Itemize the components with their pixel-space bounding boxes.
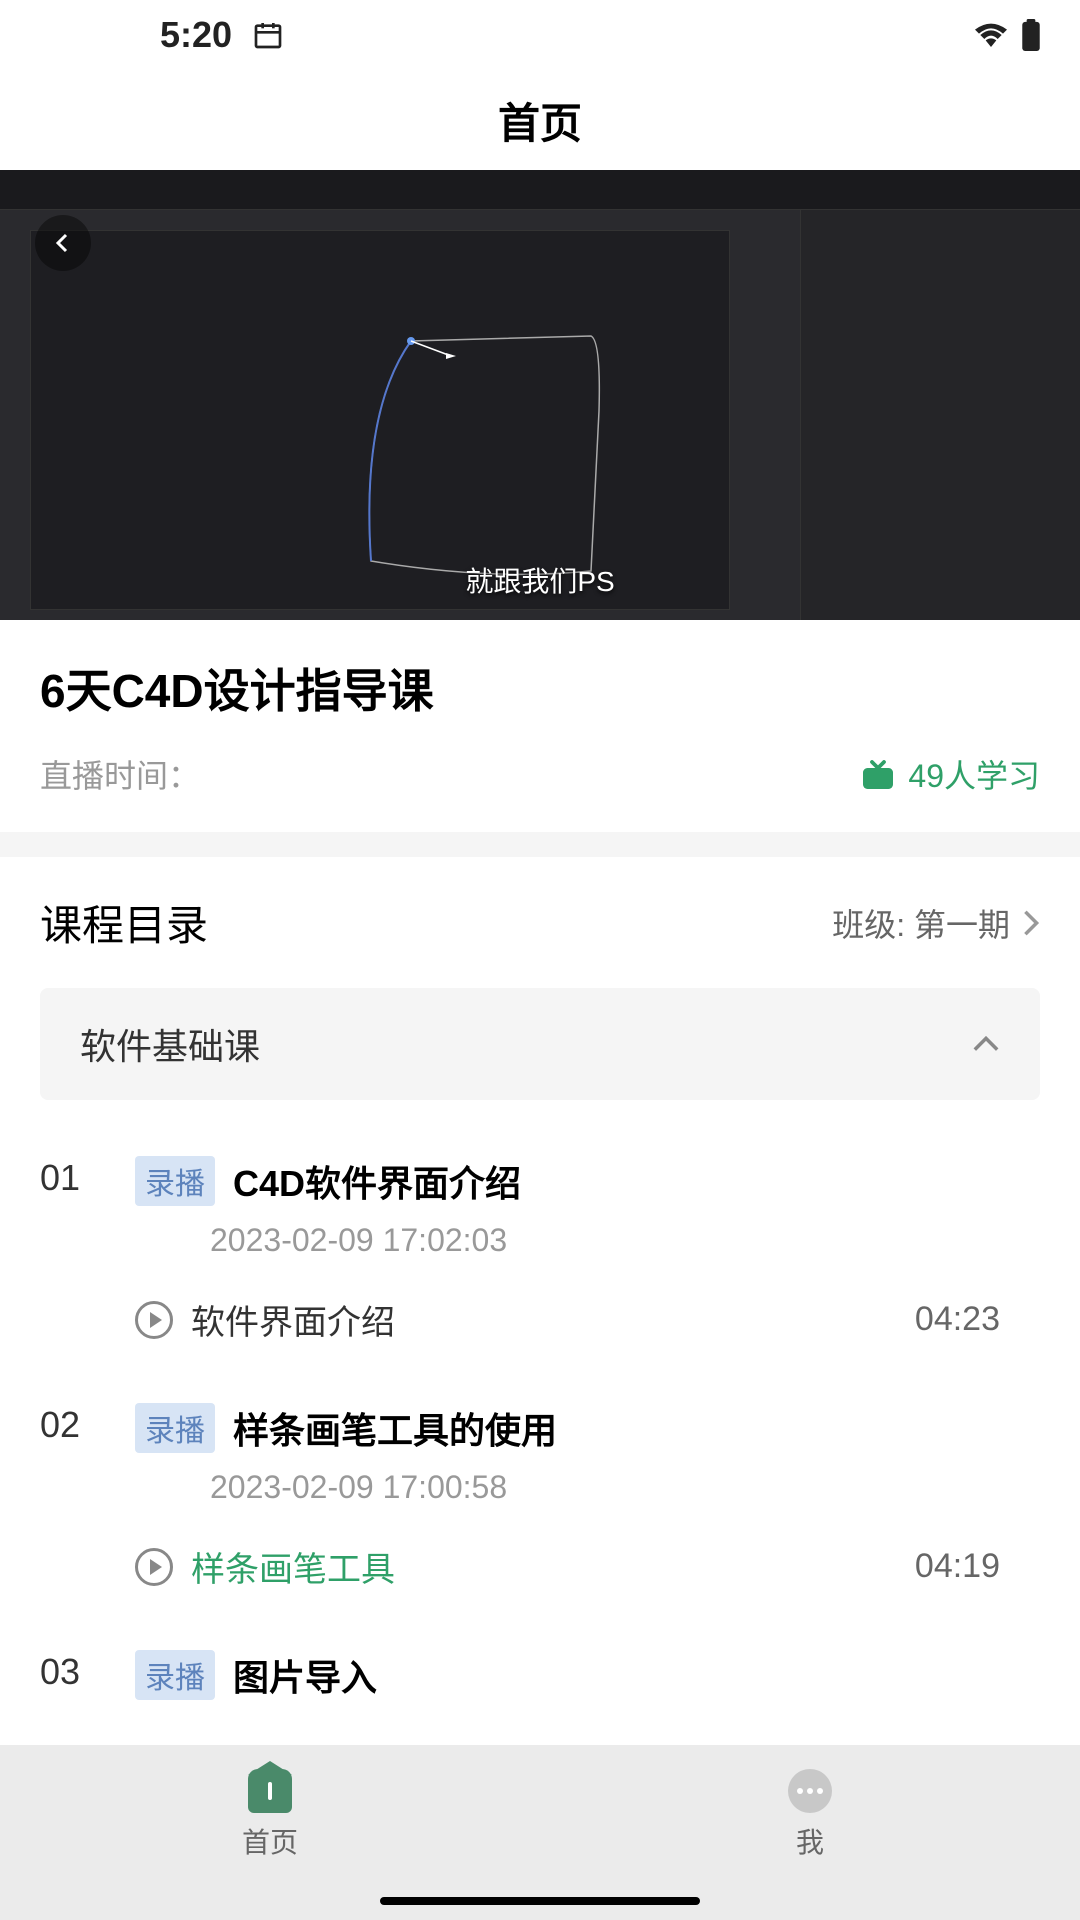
lesson-title-row: 录播 图片导入 (135, 1649, 1040, 1701)
video-back-button[interactable] (35, 215, 91, 271)
me-icon (788, 1769, 832, 1813)
status-time: 5:20 (160, 14, 232, 56)
class-label: 班级: 第一期 (832, 900, 1010, 946)
video-player[interactable]: 就跟我们PS (0, 170, 1080, 620)
class-selector[interactable]: 班级: 第一期 (832, 900, 1040, 946)
sub-lesson-duration: 04:23 (915, 1300, 1000, 1339)
calendar-icon (252, 19, 284, 51)
course-info: 6天C4D设计指导课 直播时间： 49人学习 (0, 620, 1080, 832)
course-title: 6天C4D设计指导课 (40, 655, 1040, 721)
lesson-date: 2023-02-09 17:02:03 (210, 1222, 1040, 1259)
chevron-up-icon (972, 1035, 1000, 1053)
section-title: 软件基础课 (80, 1018, 260, 1070)
sub-lesson-duration: 04:19 (915, 1547, 1000, 1586)
chevron-right-icon (1022, 909, 1040, 937)
section-header[interactable]: 软件基础课 (40, 988, 1040, 1100)
nav-me-label: 我 (796, 1821, 824, 1861)
home-icon (248, 1769, 292, 1813)
video-app-toolbar (0, 170, 1080, 210)
chevron-left-icon (51, 231, 75, 255)
sub-lesson-name: 软件界面介绍 (191, 1295, 395, 1344)
lesson-name: 图片导入 (233, 1649, 377, 1701)
bottom-nav: 首页 我 (0, 1745, 1080, 1920)
lesson-name: 样条画笔工具的使用 (233, 1402, 557, 1454)
lesson-number: 01 (40, 1155, 135, 1352)
lesson-date: 2023-02-09 17:00:58 (210, 1469, 1040, 1506)
catalog-title: 课程目录 (40, 892, 208, 953)
home-indicator[interactable] (380, 1897, 700, 1905)
lesson-sub-item[interactable]: 软件界面介绍 04:23 (135, 1287, 1040, 1352)
battery-icon (1022, 19, 1040, 51)
lesson-item[interactable]: 02 录播 样条画笔工具的使用 2023-02-09 17:00:58 样条画笔… (40, 1387, 1040, 1634)
broadcast-time-label: 直播时间： (40, 751, 200, 797)
lesson-badge: 录播 (135, 1650, 215, 1700)
lesson-number: 02 (40, 1402, 135, 1599)
lesson-sub-left: 样条画笔工具 (135, 1542, 395, 1591)
lesson-content: 录播 C4D软件界面介绍 2023-02-09 17:02:03 软件界面介绍 … (135, 1155, 1040, 1352)
nav-home-label: 首页 (242, 1821, 298, 1861)
student-count: 49人学习 (860, 751, 1040, 797)
lesson-title-row: 录播 样条画笔工具的使用 (135, 1402, 1040, 1454)
student-count-text: 49人学习 (908, 751, 1040, 797)
video-side-panel (800, 210, 1080, 620)
nav-me[interactable]: 我 (540, 1745, 1080, 1920)
lesson-badge: 录播 (135, 1403, 215, 1453)
lesson-sub-left: 软件界面介绍 (135, 1295, 395, 1344)
header-title: 首页 (498, 90, 582, 151)
lesson-sub-item[interactable]: 样条画笔工具 04:19 (135, 1534, 1040, 1599)
status-left: 5:20 (160, 14, 284, 56)
status-bar: 5:20 (0, 0, 1080, 70)
nav-home[interactable]: 首页 (0, 1745, 540, 1920)
lesson-content: 录播 样条画笔工具的使用 2023-02-09 17:00:58 样条画笔工具 … (135, 1402, 1040, 1599)
sub-lesson-name: 样条画笔工具 (191, 1542, 395, 1591)
wifi-icon (975, 23, 1007, 47)
catalog-header: 课程目录 班级: 第一期 (40, 892, 1040, 953)
lesson-badge: 录播 (135, 1156, 215, 1206)
page-header: 首页 (0, 70, 1080, 170)
course-meta: 直播时间： 49人学习 (40, 751, 1040, 797)
video-viewport (30, 230, 730, 610)
lesson-name: C4D软件界面介绍 (233, 1155, 521, 1207)
lesson-title-row: 录播 C4D软件界面介绍 (135, 1155, 1040, 1207)
status-right (975, 19, 1040, 51)
catalog-section: 课程目录 班级: 第一期 软件基础课 01 录播 C4D软件界面介绍 2023-… (0, 857, 1080, 1751)
play-icon (135, 1548, 173, 1586)
tv-icon (860, 758, 896, 790)
lesson-content: 录播 图片导入 (135, 1649, 1040, 1716)
lesson-number: 03 (40, 1649, 135, 1716)
video-subtitle: 就跟我们PS (465, 560, 614, 600)
play-icon (135, 1301, 173, 1339)
lesson-item[interactable]: 01 录播 C4D软件界面介绍 2023-02-09 17:02:03 软件界面… (40, 1140, 1040, 1387)
lesson-item[interactable]: 03 录播 图片导入 (40, 1634, 1040, 1751)
